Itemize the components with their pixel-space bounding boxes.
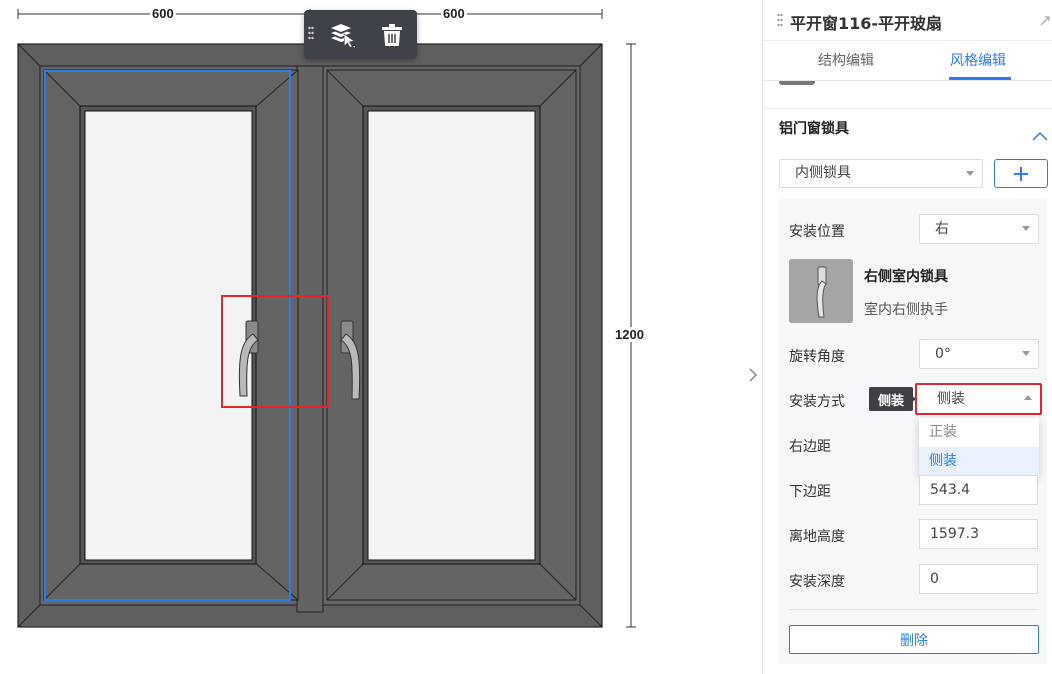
install-method-value: 侧装 [937, 391, 965, 407]
delete-button-label: 删除 [900, 632, 928, 649]
product-description: 室内右侧执手 [864, 302, 948, 318]
panel-header: 平开窗116-平开玻扇 [763, 0, 1052, 41]
delete-button[interactable]: 删除 [789, 625, 1039, 654]
ground-height-value: 1597.3 [930, 526, 979, 542]
dimension-right-width: 600 [441, 6, 467, 21]
install-depth-value: 0 [930, 571, 939, 587]
ground-height-input[interactable]: 1597.3 [919, 519, 1038, 549]
trash-icon [382, 23, 402, 46]
dimension-left-width: 600 [150, 6, 176, 21]
expand-icon[interactable] [1039, 12, 1051, 26]
tab-style-edit[interactable]: 风格编辑 [950, 50, 1006, 70]
floating-toolbar [304, 10, 417, 59]
right-sash[interactable] [326, 69, 577, 601]
drag-handle-icon[interactable] [308, 25, 314, 45]
lock-type-select[interactable]: 内侧锁具 [779, 159, 983, 188]
dropdown-option-front[interactable]: 正装 [919, 418, 1039, 446]
install-position-label: 安装位置 [789, 224, 845, 240]
design-canvas[interactable]: 600 600 1200 [0, 0, 760, 674]
chevron-up-icon[interactable] [1032, 126, 1048, 141]
tooltip-text: 侧装 [877, 393, 904, 409]
install-method-dropdown: 正装 侧装 [919, 418, 1039, 476]
install-method-select[interactable]: 侧装 [915, 383, 1042, 415]
rotation-value: 0° [935, 346, 951, 362]
install-method-tooltip: 侧装 [869, 387, 913, 411]
row-divider [789, 609, 1039, 610]
lock-type-value: 内侧锁具 [795, 165, 851, 181]
caret-down-icon [966, 171, 974, 176]
bottom-margin-input[interactable]: 543.4 [919, 475, 1038, 505]
caret-up-icon [1024, 395, 1032, 400]
product-name: 右侧室内锁具 [864, 269, 948, 285]
install-position-value: 右 [935, 221, 949, 237]
chevron-right-icon [749, 368, 758, 382]
section-divider [763, 108, 1052, 109]
left-sash[interactable] [43, 69, 299, 601]
panel-title: 平开窗116-平开玻扇 [790, 14, 943, 33]
panel-drag-icon[interactable] [777, 13, 783, 29]
section-title: 铝门窗锁具 [779, 121, 849, 137]
plus-icon [1014, 166, 1028, 181]
install-depth-input[interactable]: 0 [919, 564, 1038, 594]
bottom-margin-value: 543.4 [930, 482, 971, 498]
panel-tabs: 结构编辑 风格编辑 [763, 40, 1052, 81]
install-method-label: 安装方式 [789, 394, 845, 410]
layer-select-icon [331, 23, 355, 48]
dropdown-option-side[interactable]: 侧装 [919, 447, 1039, 475]
window-drawing [17, 9, 636, 628]
ground-height-label: 离地高度 [789, 529, 845, 545]
caret-down-icon [1022, 351, 1030, 356]
layer-select-button[interactable] [322, 10, 362, 59]
delete-tool-button[interactable] [372, 10, 412, 59]
active-tab-indicator [949, 77, 1011, 80]
right-margin-label: 右边距 [789, 439, 831, 455]
rotation-label: 旋转角度 [789, 349, 845, 365]
dimension-height: 1200 [613, 327, 646, 342]
caret-down-icon [1022, 226, 1030, 231]
bottom-margin-label: 下边距 [789, 484, 831, 500]
rotation-select[interactable]: 0° [919, 339, 1039, 369]
scrolled-thumbnail-edge [779, 81, 815, 85]
install-position-select[interactable]: 右 [919, 214, 1039, 244]
property-panel: 平开窗116-平开玻扇 结构编辑 风格编辑 铝门窗锁具 内侧锁具 安装位置 右 [762, 0, 1052, 674]
install-depth-label: 安装深度 [789, 574, 845, 590]
panel-collapse-toggle[interactable] [742, 360, 764, 390]
tab-structure-edit[interactable]: 结构编辑 [818, 50, 874, 70]
product-thumbnail[interactable] [789, 259, 853, 323]
add-lock-button[interactable] [994, 159, 1048, 188]
